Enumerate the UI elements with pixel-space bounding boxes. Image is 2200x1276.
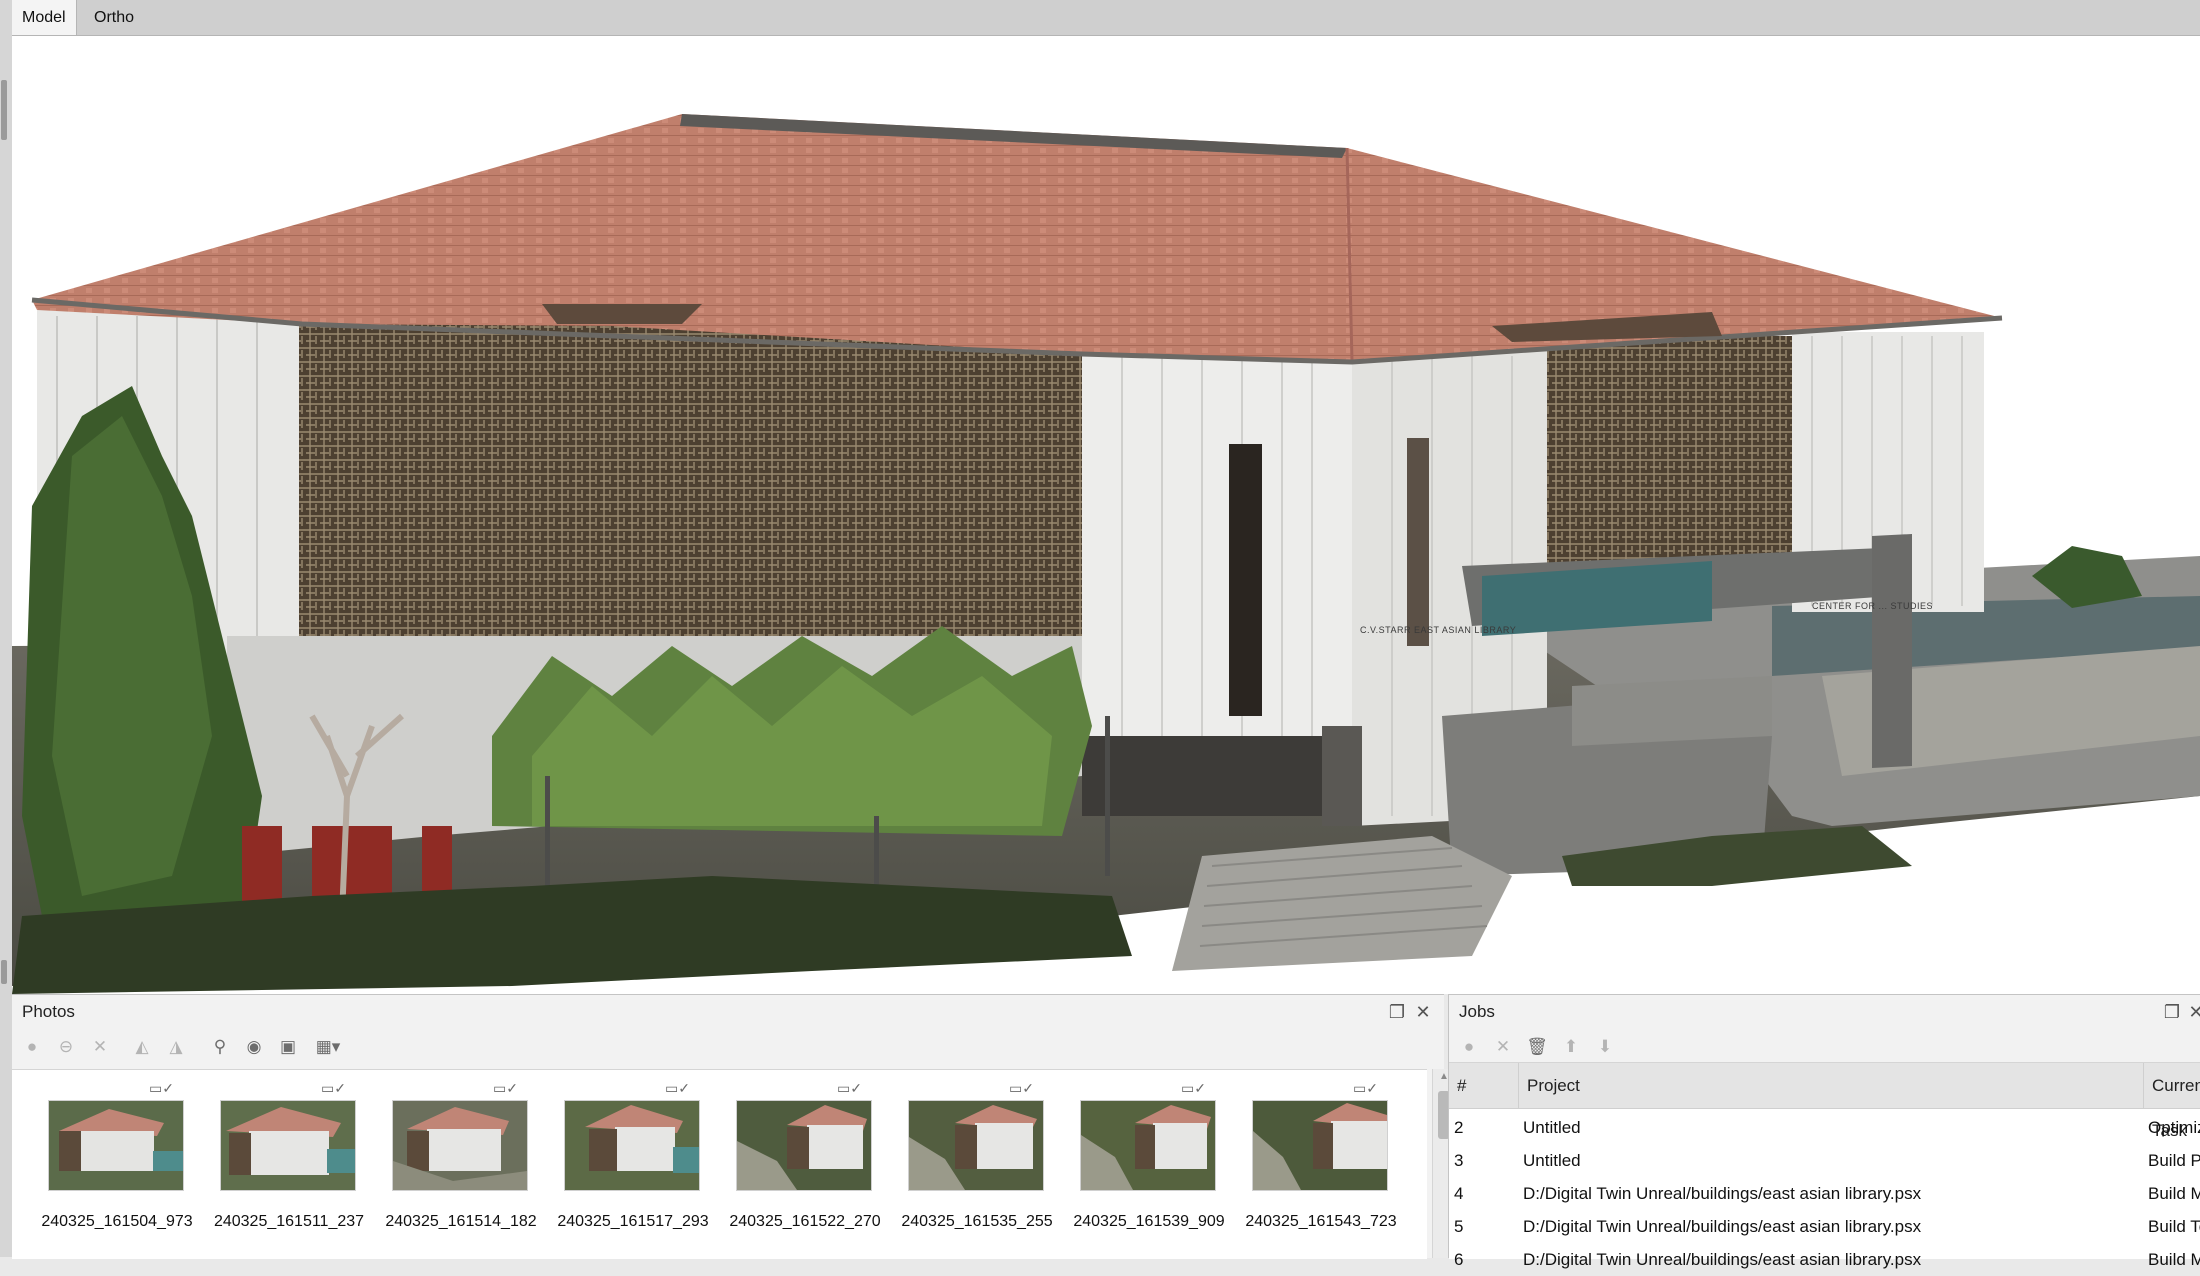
run-icon[interactable]: ●: [1457, 1035, 1481, 1059]
photo-thumbnail[interactable]: ▭✓ 240325_161517_293: [538, 1070, 708, 1259]
photo-image: [1080, 1100, 1216, 1191]
job-current-task: Build Model: [2148, 1184, 2200, 1203]
photo-image: [48, 1100, 184, 1191]
photos-panel: Photos ❐ ✕ ● ⊖ ✕ ◭ ◮ ⚲ ◉ ▣ ▦▾ ▭✓ 240325_…: [12, 994, 1455, 1259]
photo-thumbnail[interactable]: ▭✓ 240325_161504_973: [22, 1070, 192, 1259]
camera-check-icon: ▭✓: [1181, 1080, 1206, 1096]
camera-check-icon: ▭✓: [1353, 1080, 1378, 1096]
jobs-table-header: # Project Current Task: [1449, 1063, 2200, 1140]
job-number: 4: [1454, 1184, 1464, 1203]
jobs-panel: Jobs ❐ ✕ ● ✕ 🗑 ⬆ ⬇ # Project Current Tas…: [1448, 994, 2200, 1269]
photo-image: [564, 1100, 700, 1191]
job-number: 2: [1454, 1118, 1464, 1137]
grid-dropdown-icon[interactable]: ▦▾: [310, 1035, 346, 1059]
close-icon[interactable]: ✕: [1412, 1001, 1434, 1023]
photo-image: [392, 1100, 528, 1191]
job-project: D:/Digital Twin Unreal/buildings/east as…: [1523, 1217, 1922, 1236]
photo-label: 240325_161517_293: [557, 1213, 709, 1230]
jobs-toolbar: ● ✕ 🗑 ⬆ ⬇: [1457, 1031, 2193, 1063]
column-header-current-task[interactable]: Current Task: [2144, 1063, 2200, 1140]
photo-thumbnail[interactable]: ▭✓ 240325_161514_182: [366, 1070, 536, 1259]
photo-image: [1252, 1100, 1388, 1191]
camera-check-icon: ▭✓: [321, 1080, 346, 1096]
column-header-project[interactable]: Project: [1519, 1063, 2144, 1108]
camera-check-icon: ▭✓: [149, 1080, 174, 1096]
disable-icon[interactable]: ⊖: [54, 1035, 78, 1059]
jobs-panel-title: Jobs: [1459, 1002, 1495, 1021]
photo-thumbnail[interactable]: ▭✓ 240325_161511_237: [194, 1070, 364, 1259]
job-number: 6: [1454, 1250, 1464, 1269]
job-project: Untitled: [1523, 1118, 1581, 1137]
table-row[interactable]: 4 D:/Digital Twin Unreal/buildings/east …: [1449, 1177, 2200, 1210]
photo-image: [736, 1100, 872, 1191]
photo-thumbnail-grid: ▭✓ 240325_161504_973 ▭✓ 240325_161511_23…: [12, 1069, 1427, 1259]
photo-label: 240325_161543_723: [1245, 1213, 1397, 1230]
photos-panel-title: Photos: [22, 1002, 75, 1021]
dock-grip[interactable]: [1, 960, 7, 984]
photo-image: [220, 1100, 356, 1191]
center-sign-text: CENTER FOR ... STUDIES: [1812, 601, 1933, 611]
delete-icon[interactable]: 🗑: [1525, 1035, 1549, 1059]
table-row[interactable]: 6 D:/Digital Twin Unreal/buildings/east …: [1449, 1243, 2200, 1276]
job-current-task: Build Model: [2148, 1250, 2200, 1269]
column-header-number[interactable]: #: [1449, 1063, 1519, 1108]
photo-thumbnail[interactable]: ▭✓ 240325_161543_723: [1226, 1070, 1396, 1259]
photo-label: 240325_161522_270: [729, 1213, 881, 1230]
float-panel-icon[interactable]: ❐: [1386, 1001, 1408, 1023]
table-row[interactable]: 2 Untitled Optimize Alignm: [1449, 1111, 2200, 1144]
photo-image: [908, 1100, 1044, 1191]
building-model-render: C.V.STARR EAST ASIAN LIBRARY CENTER FOR …: [12, 114, 2200, 994]
rotate-left-icon[interactable]: ◭: [130, 1035, 154, 1059]
job-project: D:/Digital Twin Unreal/buildings/east as…: [1523, 1184, 1922, 1203]
dock-grip[interactable]: [1, 80, 7, 140]
job-number: 3: [1454, 1151, 1464, 1170]
photo-label: 240325_161514_182: [385, 1213, 537, 1230]
job-current-task: Build Point Clou: [2148, 1151, 2200, 1170]
float-panel-icon[interactable]: ❐: [2161, 1001, 2183, 1023]
photo-label: 240325_161511_237: [213, 1213, 365, 1230]
photo-label: 240325_161539_909: [1073, 1213, 1225, 1230]
jobs-table: # Project Current Task 2 Untitled Optimi…: [1449, 1062, 2200, 1269]
camera-check-icon: ▭✓: [837, 1080, 862, 1096]
tab-ortho[interactable]: Ortho: [84, 0, 144, 35]
enable-icon[interactable]: ●: [20, 1035, 44, 1059]
view-icon[interactable]: ◉: [242, 1035, 266, 1059]
photo-thumbnail[interactable]: ▭✓ 240325_161535_255: [882, 1070, 1052, 1259]
camera-check-icon: ▭✓: [665, 1080, 690, 1096]
remove-icon[interactable]: ✕: [88, 1035, 112, 1059]
move-down-icon[interactable]: ⬇: [1593, 1035, 1617, 1059]
rotate-right-icon[interactable]: ◮: [164, 1035, 188, 1059]
view-tab-bar: Model Ortho: [12, 0, 2200, 36]
thumbnail-icon[interactable]: ▣: [276, 1035, 300, 1059]
photo-thumbnail[interactable]: ▭✓ 240325_161539_909: [1054, 1070, 1224, 1259]
move-up-icon[interactable]: ⬆: [1559, 1035, 1583, 1059]
job-project: Untitled: [1523, 1151, 1581, 1170]
camera-check-icon: ▭✓: [1009, 1080, 1034, 1096]
job-project: D:/Digital Twin Unreal/buildings/east as…: [1523, 1250, 1922, 1269]
photo-thumbnail[interactable]: ▭✓ 240325_161522_270: [710, 1070, 880, 1259]
table-row[interactable]: 5 D:/Digital Twin Unreal/buildings/east …: [1449, 1210, 2200, 1243]
close-icon[interactable]: ✕: [2185, 1001, 2200, 1023]
job-current-task: Optimize Alignm: [2148, 1118, 2200, 1137]
tab-model[interactable]: Model: [12, 0, 77, 35]
cancel-icon[interactable]: ✕: [1491, 1035, 1515, 1059]
table-row[interactable]: 3 Untitled Build Point Clou: [1449, 1144, 2200, 1177]
library-sign-text: C.V.STARR EAST ASIAN LIBRARY: [1360, 625, 1516, 635]
camera-check-icon: ▭✓: [493, 1080, 518, 1096]
filter-icon[interactable]: ⚲: [208, 1035, 232, 1059]
job-current-task: Build Texture: [2148, 1217, 2200, 1236]
photo-label: 240325_161504_973: [41, 1213, 193, 1230]
job-number: 5: [1454, 1217, 1464, 1236]
photo-label: 240325_161535_255: [901, 1213, 1053, 1230]
model-viewport[interactable]: C.V.STARR EAST ASIAN LIBRARY CENTER FOR …: [12, 36, 2200, 994]
photos-toolbar: ● ⊖ ✕ ◭ ◮ ⚲ ◉ ▣ ▦▾: [20, 1031, 1436, 1063]
